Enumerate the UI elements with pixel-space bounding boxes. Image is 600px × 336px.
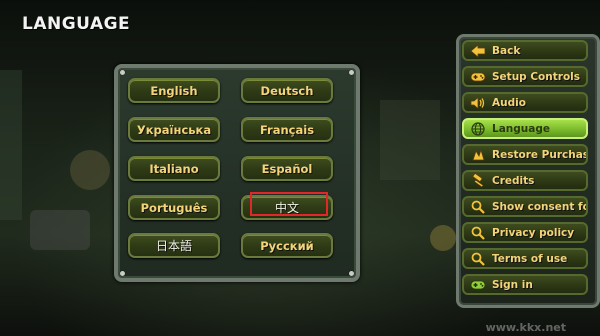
- menu-item-language[interactable]: Language: [462, 118, 588, 139]
- magnifier-icon: [470, 225, 486, 241]
- menu-item-label: Setup Controls: [492, 70, 581, 83]
- watermark: www.kkx.net: [485, 321, 566, 334]
- selection-highlight: [250, 192, 328, 216]
- magnifier-icon: [470, 199, 486, 215]
- menu-item-label: Restore Purchases: [492, 148, 586, 161]
- speaker-icon: [470, 95, 486, 111]
- arrow-left-icon: [470, 43, 486, 59]
- language-button-japanese[interactable]: 日本語: [128, 233, 220, 258]
- menu-item-label: Back: [492, 44, 521, 57]
- language-button-ukrainian[interactable]: Українська: [128, 117, 220, 142]
- language-button-francais[interactable]: Français: [241, 117, 333, 142]
- menu-item-label: Privacy policy: [492, 226, 575, 239]
- language-button-espanol[interactable]: Español: [241, 156, 333, 181]
- menu-item-label: Terms of use: [492, 252, 568, 265]
- language-button-russian[interactable]: Русский: [241, 233, 333, 258]
- restore-icon: [470, 147, 486, 163]
- menu-item-audio[interactable]: Audio: [462, 92, 588, 113]
- language-button-deutsch[interactable]: Deutsch: [241, 78, 333, 103]
- menu-item-label: Audio: [492, 96, 526, 109]
- menu-item-back[interactable]: Back: [462, 40, 588, 61]
- menu-item-label: Credits: [492, 174, 535, 187]
- menu-item-setup-controls[interactable]: Setup Controls: [462, 66, 588, 87]
- menu-item-show-consent-form[interactable]: Show consent form: [462, 196, 588, 217]
- gamepad-icon: [470, 69, 486, 85]
- hammer-icon: [470, 173, 486, 189]
- magnifier-icon: [470, 251, 486, 267]
- language-button-english[interactable]: English: [128, 78, 220, 103]
- menu-item-sign-in[interactable]: Sign in: [462, 274, 588, 295]
- gamepad-icon: [470, 277, 486, 293]
- language-button-italiano[interactable]: Italiano: [128, 156, 220, 181]
- menu-item-restore-purchases[interactable]: Restore Purchases: [462, 144, 588, 165]
- menu-item-privacy-policy[interactable]: Privacy policy: [462, 222, 588, 243]
- page-title: LANGUAGE: [22, 14, 131, 34]
- menu-item-terms-of-use[interactable]: Terms of use: [462, 248, 588, 269]
- menu-item-credits[interactable]: Credits: [462, 170, 588, 191]
- menu-item-label: Sign in: [492, 278, 533, 291]
- language-button-portugues[interactable]: Português: [128, 195, 220, 220]
- menu-item-label: Show consent form: [492, 200, 586, 213]
- menu-item-label: Language: [492, 122, 550, 135]
- globe-icon: [470, 121, 486, 137]
